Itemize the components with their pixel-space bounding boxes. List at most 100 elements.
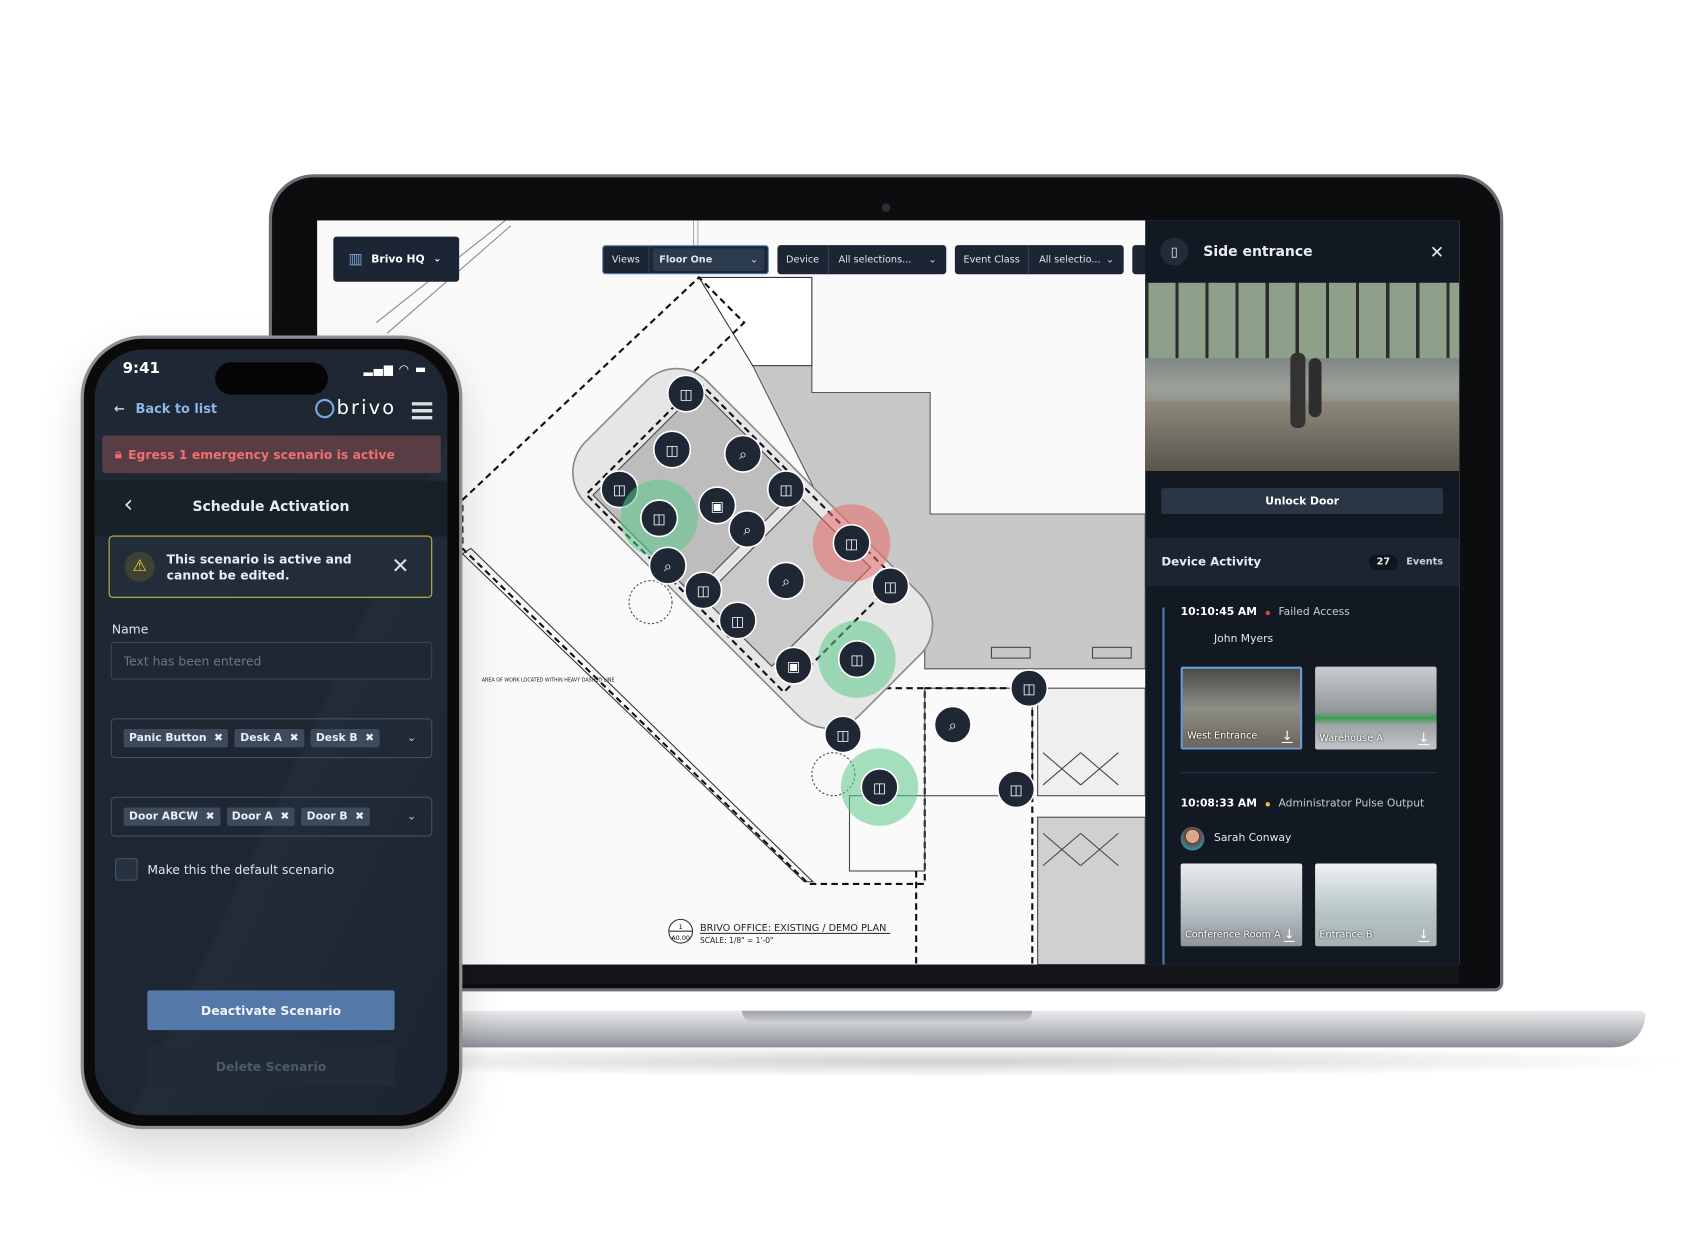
event-type: Failed Access bbox=[1278, 606, 1350, 619]
camera-icon: ⌕ bbox=[664, 559, 672, 575]
remove-tag-icon[interactable]: ✖ bbox=[355, 811, 364, 823]
door-icon: ◫ bbox=[1010, 783, 1023, 799]
video-clip-thumbnail[interactable]: Warehouse A ↓ bbox=[1315, 666, 1437, 750]
views-label: Views bbox=[603, 246, 650, 274]
devices-multiselect[interactable]: Panic Button ✖ Desk A ✖ Desk B ✖ ⌄ bbox=[110, 718, 433, 759]
tag-chip: Door B ✖ bbox=[301, 807, 370, 826]
close-icon[interactable]: ✕ bbox=[391, 553, 409, 579]
brivo-logo: brivo bbox=[315, 397, 396, 419]
back-label: Back to list bbox=[135, 401, 218, 417]
event-class-value[interactable]: All selectio... ⌄ bbox=[1033, 248, 1121, 271]
activity-event: 10:08:33 AM Administrator Pulse Output bbox=[1181, 798, 1425, 810]
clip-label: Warehouse A bbox=[1319, 733, 1383, 745]
event-count-badge: 27 bbox=[1369, 554, 1398, 570]
location-selector[interactable]: ▥ Brivo HQ ⌄ bbox=[333, 236, 460, 282]
card-reader-icon: ▣ bbox=[787, 659, 800, 675]
door-icon: ◫ bbox=[873, 780, 886, 796]
views-value[interactable]: Floor One ⌄ bbox=[652, 248, 765, 271]
door-icon: ◫ bbox=[850, 653, 863, 669]
video-clip-thumbnail[interactable]: Entrance B ↓ bbox=[1315, 863, 1437, 947]
name-label: Name bbox=[111, 621, 149, 637]
page-title: Schedule Activation bbox=[192, 498, 350, 516]
device-label: Device bbox=[777, 245, 829, 275]
door-icon: ◫ bbox=[845, 536, 858, 552]
plan-scale: SCALE: 1/8" = 1'-0" bbox=[700, 936, 773, 945]
camera-icon: ⌕ bbox=[949, 718, 957, 734]
chevron-down-icon[interactable]: ⌄ bbox=[407, 732, 416, 744]
plan-sheet: A0.00 bbox=[671, 934, 690, 942]
tag-chip: Door A ✖ bbox=[226, 807, 295, 826]
activity-title: Device Activity bbox=[1161, 554, 1262, 569]
back-to-list-link[interactable]: ← Back to list bbox=[114, 401, 217, 416]
warning-icon: ⚠ bbox=[124, 551, 155, 582]
door-icon: ◫ bbox=[779, 483, 792, 499]
camera-icon: ⌕ bbox=[739, 447, 747, 463]
download-icon[interactable]: ↓ bbox=[1281, 729, 1293, 744]
door-icon: ◫ bbox=[679, 387, 692, 403]
default-scenario-label: Make this the default scenario bbox=[147, 862, 335, 878]
remove-tag-icon[interactable]: ✖ bbox=[214, 732, 223, 744]
laptop-camera bbox=[881, 203, 891, 212]
delete-scenario-button[interactable]: Delete Scenario bbox=[147, 1046, 395, 1087]
chevron-down-icon[interactable]: ⌄ bbox=[407, 811, 416, 823]
default-scenario-checkbox[interactable] bbox=[115, 858, 138, 881]
name-input[interactable] bbox=[110, 641, 433, 680]
tag-chip: Desk A ✖ bbox=[234, 729, 305, 748]
live-camera-feed[interactable] bbox=[1145, 282, 1460, 471]
event-user: John Myers bbox=[1214, 633, 1274, 646]
panel-title: Side entrance bbox=[1203, 243, 1313, 260]
remove-tag-icon[interactable]: ✖ bbox=[290, 732, 299, 744]
device-detail-panel: ▯ Side entrance ✕ Unlock Door Device Act… bbox=[1145, 220, 1460, 965]
warning-alert: ⚠ This scenario is active and cannot be … bbox=[108, 535, 433, 598]
event-user: Sarah Conway bbox=[1214, 832, 1292, 845]
activity-event: 10:10:45 AM Failed Access bbox=[1181, 606, 1350, 618]
device-value[interactable]: All selections... ⌄ bbox=[832, 248, 943, 271]
event-time: 10:08:33 AM bbox=[1180, 797, 1257, 810]
door-icon: ◫ bbox=[1022, 682, 1035, 698]
door-icon: ◫ bbox=[884, 579, 897, 595]
chevron-down-icon: ⌄ bbox=[928, 254, 937, 266]
device-filter[interactable]: Device All selections... ⌄ bbox=[777, 245, 947, 275]
page-header: ‹ Schedule Activation bbox=[94, 480, 448, 537]
tag-label: Panic Button bbox=[129, 732, 207, 745]
unlock-door-button[interactable]: Unlock Door bbox=[1161, 488, 1444, 514]
lock-icon: 🔒︎ bbox=[115, 446, 122, 462]
close-icon[interactable]: ✕ bbox=[1430, 241, 1444, 261]
location-name: Brivo HQ bbox=[371, 253, 425, 266]
door-icon: ◫ bbox=[731, 614, 744, 630]
remove-tag-icon[interactable]: ✖ bbox=[280, 811, 289, 823]
status-dot bbox=[1265, 801, 1270, 806]
arrow-left-icon: ← bbox=[113, 401, 125, 417]
download-icon[interactable]: ↓ bbox=[1418, 731, 1430, 746]
tag-label: Door ABCW bbox=[129, 810, 199, 823]
tag-chip: Desk B ✖ bbox=[310, 729, 380, 748]
device-activity-header: Device Activity 27 Events bbox=[1145, 537, 1460, 587]
deactivate-scenario-button[interactable]: Deactivate Scenario bbox=[147, 990, 395, 1031]
tag-chip: Panic Button ✖ bbox=[123, 729, 229, 748]
doors-multiselect[interactable]: Door ABCW ✖ Door A ✖ Door B ✖ ⌄ bbox=[110, 796, 433, 837]
camera-icon: ⌕ bbox=[782, 574, 790, 590]
download-icon[interactable]: ↓ bbox=[1283, 928, 1295, 942]
door-icon: ▯ bbox=[1160, 237, 1189, 266]
video-clip-thumbnail[interactable]: Conference Room A ↓ bbox=[1180, 863, 1303, 947]
avatar bbox=[1180, 826, 1205, 851]
building-icon: ▥ bbox=[348, 250, 363, 268]
clip-label: Entrance B bbox=[1319, 930, 1373, 941]
emergency-banner: 🔒︎ Egress 1 emergency scenario is active bbox=[102, 435, 441, 474]
video-clip-thumbnail[interactable]: West Entrance ↓ bbox=[1180, 666, 1303, 750]
laptop-screen: ◫ ◫ ⌕ ◫ ◫ ▣ ◫ ⌕ ⌕ ◫ ⌕ ◫ ◫ ◫ ◫ ▣ ◫ ⌕ ◫ ◫ ◫ 1 A0.00 BRIVO OFFI… bbox=[317, 220, 1460, 965]
views-filter[interactable]: Views Floor One ⌄ bbox=[602, 245, 769, 275]
download-icon[interactable]: ↓ bbox=[1418, 928, 1430, 942]
event-class-label: Event Class bbox=[955, 245, 1030, 275]
remove-tag-icon[interactable]: ✖ bbox=[365, 732, 374, 744]
remove-tag-icon[interactable]: ✖ bbox=[206, 811, 215, 823]
warning-text: This scenario is active and cannot be ed… bbox=[166, 551, 352, 583]
plan-detail-number: 1 bbox=[679, 923, 683, 931]
hamburger-menu-icon[interactable] bbox=[411, 402, 433, 420]
door-icon: ◫ bbox=[836, 728, 849, 744]
status-time: 9:41 bbox=[122, 360, 161, 378]
device-selected: All selections... bbox=[838, 254, 912, 266]
chevron-down-icon: ⌄ bbox=[749, 254, 759, 266]
event-class-filter[interactable]: Event Class All selectio... ⌄ bbox=[954, 245, 1124, 275]
event-time: 10:10:45 AM bbox=[1180, 606, 1257, 619]
